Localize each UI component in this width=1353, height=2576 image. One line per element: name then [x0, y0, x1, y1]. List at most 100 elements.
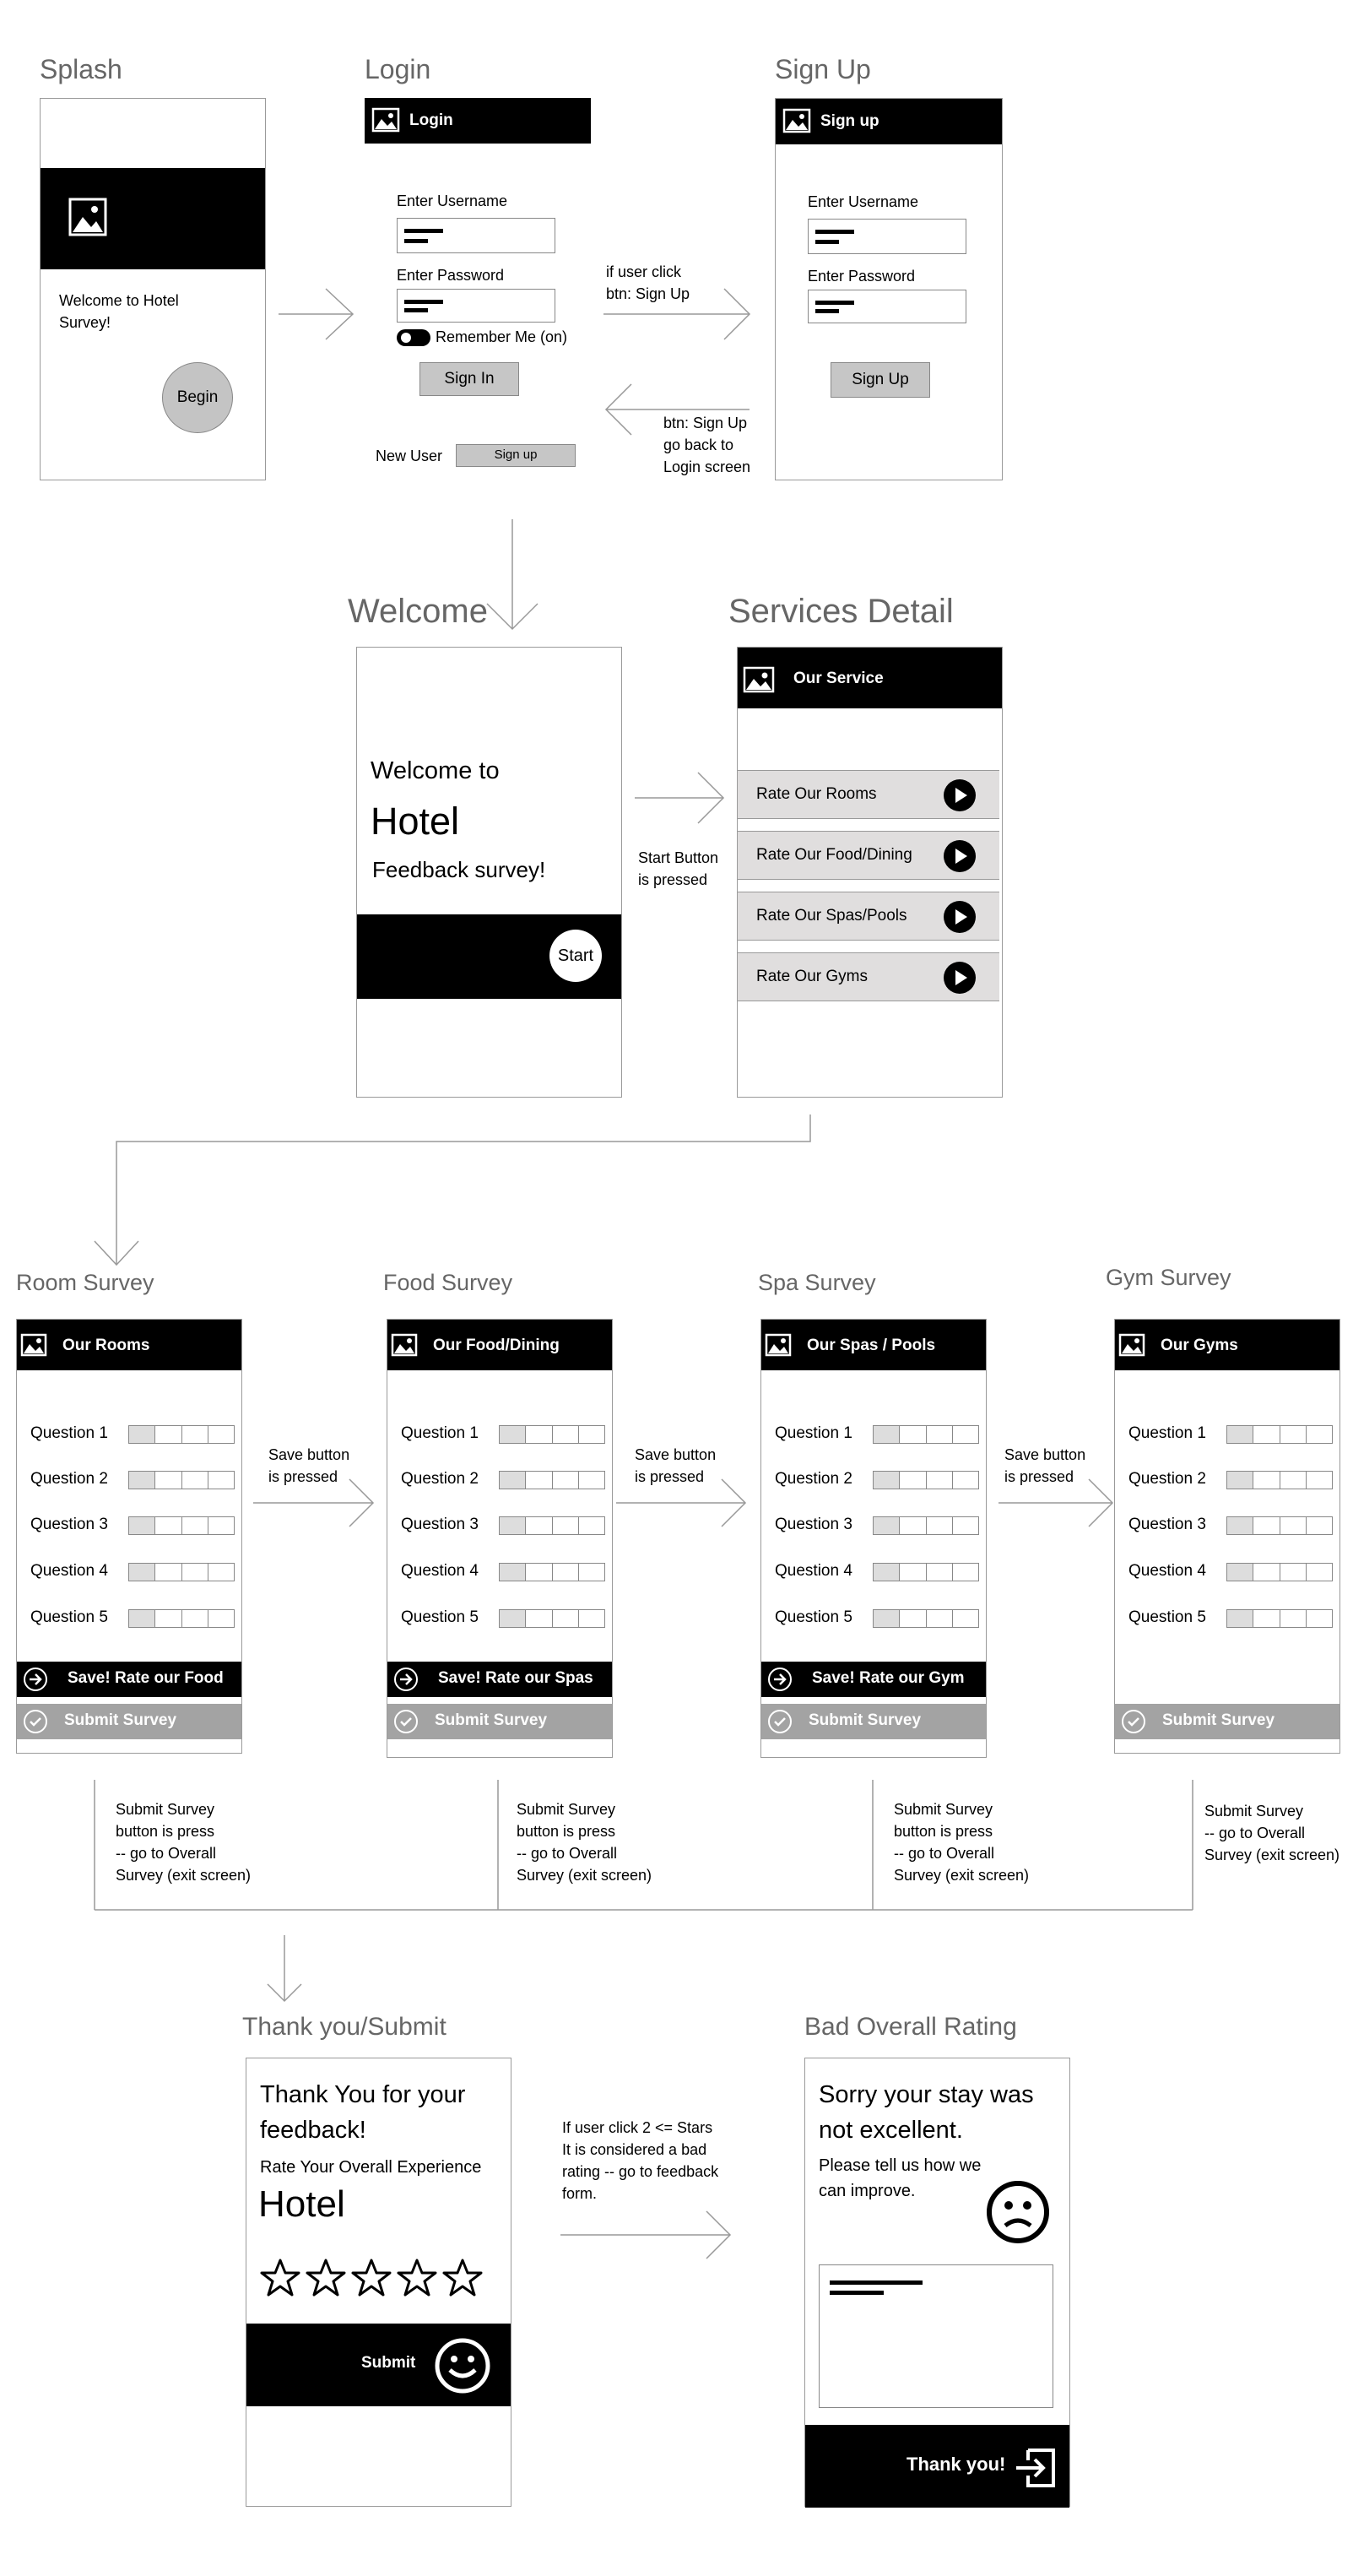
sad-face-icon: [987, 2181, 1049, 2243]
image-icon: [391, 1333, 418, 1357]
start-pressed-annotation: Start Button is pressed: [638, 849, 719, 888]
question-label: Question 1: [401, 1424, 479, 1442]
signup-button[interactable]: Sign Up: [831, 362, 930, 398]
checkmark-icon: [394, 1710, 418, 1733]
submit-survey-button[interactable]: Submit Survey: [1115, 1704, 1339, 1739]
rating-scale[interactable]: [873, 1516, 979, 1535]
submit-survey-label: Submit Survey: [1162, 1711, 1275, 1729]
rating-scale[interactable]: [499, 1609, 605, 1628]
service-item-gyms[interactable]: Rate Our Gyms: [738, 952, 999, 1001]
remember-toggle[interactable]: [397, 329, 430, 346]
rating-scale[interactable]: [128, 1471, 235, 1489]
star-icon[interactable]: [397, 2258, 437, 2298]
thankyou-screen: Thank You for your feedback! Rate Your O…: [246, 2058, 511, 2507]
begin-button[interactable]: Begin: [162, 362, 233, 433]
checkmark-icon: [768, 1710, 792, 1733]
exit-icon: [1016, 2449, 1055, 2487]
save-pressed-annotation: Save button is pressed: [1004, 1446, 1086, 1485]
service-item-label: Rate Our Food/Dining: [756, 846, 912, 864]
feedback-textarea[interactable]: [819, 2264, 1053, 2408]
rating-scale[interactable]: [499, 1563, 605, 1581]
rating-scale[interactable]: [1226, 1516, 1333, 1535]
arrow-right-icon: [394, 1668, 418, 1691]
rating-scale[interactable]: [128, 1425, 235, 1444]
services-bar-label: Our Service: [793, 670, 884, 687]
service-item-food[interactable]: Rate Our Food/Dining: [738, 831, 999, 880]
rating-scale[interactable]: [499, 1516, 605, 1535]
login-title: Login: [365, 54, 431, 84]
rating-scale[interactable]: [873, 1563, 979, 1581]
password-label: Enter Password: [397, 267, 505, 284]
submit-survey-label: Submit Survey: [435, 1711, 548, 1729]
rating-scale[interactable]: [499, 1471, 605, 1489]
rating-scale[interactable]: [128, 1516, 235, 1535]
spa-survey-screen: Our Spas / Pools Question 1 Question 2 Q…: [760, 1319, 987, 1758]
question-label: Question 2: [775, 1470, 852, 1488]
signup-password-field[interactable]: [808, 290, 966, 323]
question-label: Question 2: [401, 1470, 479, 1488]
splash-title: Splash: [40, 54, 122, 84]
save-next-button[interactable]: Save! Rate our Spas: [387, 1662, 612, 1697]
login-bar-label: Login: [409, 111, 453, 129]
new-user-signup-button[interactable]: Sign up: [456, 444, 576, 467]
service-item-spas[interactable]: Rate Our Spas/Pools: [738, 892, 999, 941]
question-label: Question 1: [775, 1424, 852, 1442]
rating-scale[interactable]: [873, 1609, 979, 1628]
rating-scale[interactable]: [873, 1471, 979, 1489]
submit-survey-button[interactable]: Submit Survey: [17, 1704, 241, 1739]
question-label: Question 5: [775, 1608, 852, 1626]
username-field[interactable]: [397, 218, 555, 253]
thankyou-subheading: Rate Your Overall Experience: [260, 2158, 482, 2177]
bad-rating-title: Bad Overall Rating: [804, 2013, 1017, 2041]
rating-scale[interactable]: [1226, 1609, 1333, 1628]
submit-survey-button[interactable]: Submit Survey: [387, 1704, 612, 1739]
bad-rating-screen: Sorry your stay was not excellent. Pleas…: [804, 2058, 1070, 2508]
submit-annotation-room: Submit Survey button is press -- go to O…: [116, 1801, 252, 1884]
login-bar: Login: [365, 98, 591, 144]
smiley-icon: [435, 2338, 490, 2394]
room-survey-title: Room Survey: [16, 1270, 154, 1295]
back-login-annotation: btn: Sign Up go back to Login screen: [663, 415, 751, 475]
question-label: Question 3: [30, 1516, 108, 1533]
submit-survey-button[interactable]: Submit Survey: [761, 1704, 986, 1739]
submit-annotation-food: Submit Survey button is press -- go to O…: [517, 1801, 652, 1884]
image-icon: [743, 666, 775, 693]
service-item-label: Rate Our Rooms: [756, 785, 877, 803]
food-survey-screen: Our Food/Dining Question 1 Question 2 Qu…: [387, 1319, 613, 1758]
start-button[interactable]: Start: [549, 930, 602, 982]
rating-scale[interactable]: [128, 1563, 235, 1581]
image-icon: [20, 1333, 47, 1357]
thankyou-submit-label: Submit: [361, 2354, 416, 2372]
signin-button[interactable]: Sign In: [419, 362, 519, 396]
rating-scale[interactable]: [1226, 1563, 1333, 1581]
play-icon: [944, 840, 976, 872]
rating-scale[interactable]: [128, 1609, 235, 1628]
signup-bar-label: Sign up: [820, 112, 879, 130]
star-icon[interactable]: [442, 2258, 483, 2298]
service-item-rooms[interactable]: Rate Our Rooms: [738, 770, 999, 819]
star-icon[interactable]: [260, 2258, 300, 2298]
bad-rating-thanks-bar[interactable]: Thank you!: [805, 2425, 1069, 2508]
question-label: Question 3: [401, 1516, 479, 1533]
save-pressed-annotation: Save button is pressed: [635, 1446, 717, 1485]
service-item-label: Rate Our Gyms: [756, 968, 868, 985]
services-title: Services Detail: [728, 593, 954, 630]
rating-scale[interactable]: [873, 1425, 979, 1444]
submit-annotation-spa: Submit Survey button is press -- go to O…: [894, 1801, 1030, 1884]
splash-banner: [41, 168, 265, 269]
to-signup-annotation: if user click btn: Sign Up: [606, 263, 690, 302]
save-next-button[interactable]: Save! Rate our Gym: [761, 1662, 986, 1697]
question-label: Question 1: [30, 1424, 108, 1442]
save-next-button[interactable]: Save! Rate our Food: [17, 1662, 241, 1697]
signup-username-field[interactable]: [808, 219, 966, 254]
password-field[interactable]: [397, 289, 555, 323]
signup-password-label: Enter Password: [808, 268, 916, 285]
signup-username-label: Enter Username: [808, 193, 919, 210]
services-screen: Our Service Rate Our Rooms Rate Our Food…: [737, 647, 1003, 1098]
star-icon[interactable]: [351, 2258, 392, 2298]
star-icon[interactable]: [306, 2258, 346, 2298]
rating-scale[interactable]: [1226, 1425, 1333, 1444]
thankyou-submit-bar[interactable]: Submit: [246, 2324, 511, 2406]
rating-scale[interactable]: [499, 1425, 605, 1444]
rating-scale[interactable]: [1226, 1471, 1333, 1489]
